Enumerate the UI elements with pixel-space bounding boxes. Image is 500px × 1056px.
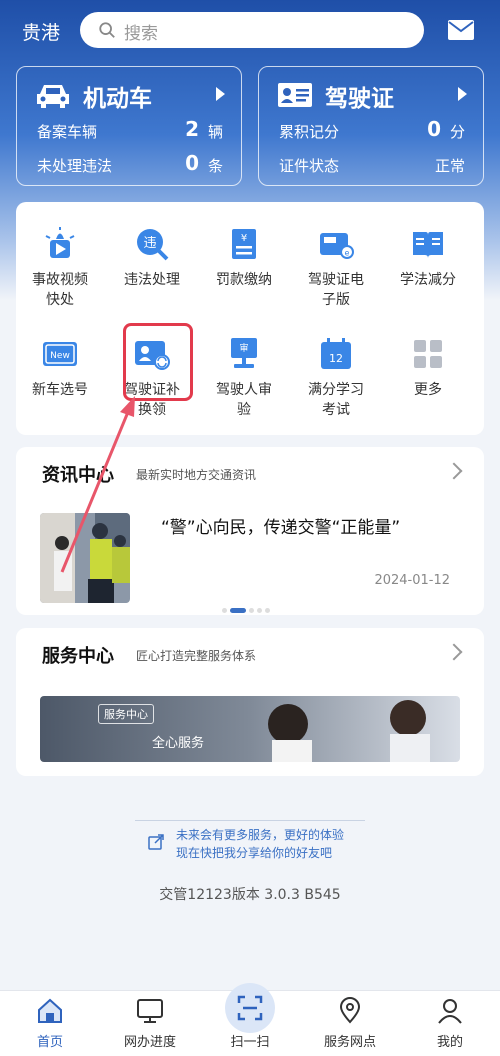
- service-label: 学法减分: [400, 272, 456, 288]
- nav-scan[interactable]: 扫一扫: [200, 983, 300, 1056]
- service-center-tag: 服务中心: [98, 704, 154, 724]
- svg-text:New: New: [50, 351, 70, 361]
- row-label: 证件状态: [279, 157, 340, 175]
- arrow-right-icon: [216, 87, 225, 101]
- service-label: 驾驶人审验: [216, 382, 272, 418]
- book-icon: [413, 232, 443, 258]
- chevron-right-icon[interactable]: [445, 643, 463, 661]
- share-text-line1: 未来会有更多服务，更好的体验: [176, 828, 345, 842]
- license-card[interactable]: 驾驶证 累积记分 0 分 证件状态 正常: [258, 66, 484, 186]
- service-center-panel: 服务中心 匠心打造完整服务体系 服务中心 全心服务: [16, 628, 484, 776]
- user-icon: [438, 999, 462, 1024]
- scan-icon: [237, 995, 263, 1021]
- services-grid: 事故视频 快处 违 违法处理 ¥ 罚款缴纳 e 驾驶证电 子版 学法减分 New…: [16, 202, 484, 435]
- svg-text:违: 违: [143, 236, 156, 251]
- carousel-indicator: [222, 598, 273, 617]
- e-license-icon: e: [320, 233, 354, 259]
- bottom-navigation: 首页 网办进度 扫一扫 服务网点 我的: [0, 983, 500, 1056]
- row-value: 0: [427, 117, 441, 141]
- nav-progress[interactable]: 网办进度: [100, 991, 200, 1056]
- svg-text:e: e: [345, 249, 350, 258]
- fine-payment-icon: ¥: [232, 229, 256, 259]
- row-label: 累积记分: [279, 123, 340, 141]
- news-thumbnail[interactable]: [40, 513, 130, 603]
- top-bar: 贵港 搜索: [0, 12, 500, 48]
- unhandled-violations-row: 未处理违法 0 条: [37, 151, 227, 177]
- nav-label: 服务网点: [323, 1035, 376, 1050]
- svg-text:12: 12: [329, 352, 343, 365]
- carousel-dot-active: [230, 608, 246, 613]
- svg-text:¥: ¥: [241, 233, 247, 244]
- city-selector[interactable]: 贵港: [22, 18, 60, 45]
- carousel-dot: [257, 608, 262, 613]
- vehicle-card-title: 机动车: [83, 86, 152, 112]
- news-center-title: 资讯中心: [42, 465, 114, 486]
- police-photo-image: [40, 513, 130, 603]
- service-center-slogan: 全心服务: [152, 736, 205, 751]
- mail-icon[interactable]: [447, 19, 475, 41]
- new-plate-icon: New: [43, 342, 77, 366]
- nav-label: 我的: [436, 1035, 463, 1050]
- news-headline[interactable]: “警”心向民，传递交警“正能量”: [161, 513, 400, 538]
- service-label: 违法处理: [124, 272, 180, 288]
- nav-label: 网办进度: [123, 1035, 176, 1050]
- video-camera-icon: [45, 227, 75, 258]
- nav-mine[interactable]: 我的: [400, 991, 500, 1056]
- carousel-dot: [249, 608, 254, 613]
- license-status-row: 证件状态 正常: [279, 153, 469, 177]
- carousel-dot: [222, 608, 227, 613]
- divider: [135, 820, 365, 821]
- service-center-title: 服务中心: [42, 646, 114, 667]
- car-icon: [37, 85, 69, 108]
- location-pin-icon: [339, 997, 361, 1024]
- search-placeholder: 搜索: [124, 24, 158, 44]
- row-unit: 条: [207, 157, 223, 175]
- search-icon: [99, 22, 115, 38]
- carousel-dot: [265, 608, 270, 613]
- app-version: 交管12123版本 3.0.3 B545: [159, 887, 341, 903]
- driver-review-icon: 审: [231, 338, 257, 368]
- share-icon: [148, 834, 164, 850]
- row-value: 0: [185, 151, 199, 175]
- row-label: 备案车辆: [37, 123, 98, 141]
- arrow-right-icon: [458, 87, 467, 101]
- license-status-value: 正常: [434, 157, 465, 175]
- nav-label: 扫一扫: [230, 1035, 270, 1050]
- svg-text:审: 审: [239, 342, 248, 354]
- highlight-box: [123, 323, 193, 401]
- id-card-icon: [278, 83, 312, 107]
- registered-vehicles-row: 备案车辆 2 辆: [37, 117, 227, 143]
- service-label: 满分学习 考试: [308, 382, 364, 418]
- row-unit: 辆: [207, 123, 223, 141]
- service-label: 事故视频 快处: [32, 272, 88, 308]
- more-grid-icon: [414, 340, 442, 368]
- service-label: 罚款缴纳: [216, 272, 272, 288]
- nav-home[interactable]: 首页: [0, 991, 100, 1056]
- news-center-panel: 资讯中心 最新实时地方交通资讯 “警”心向民，传递交警“正能量” 2024-01…: [16, 447, 484, 615]
- home-icon: [38, 998, 62, 1023]
- search-input[interactable]: 搜索: [80, 12, 424, 48]
- nav-service-points[interactable]: 服务网点: [300, 991, 400, 1056]
- violation-search-icon: 违: [137, 229, 169, 261]
- exam-calendar-icon: 12: [321, 338, 351, 369]
- nav-label: 首页: [36, 1035, 63, 1050]
- service-label: 新车选号: [32, 382, 88, 398]
- monitor-icon: [137, 999, 163, 1023]
- row-unit: 分: [449, 123, 465, 141]
- news-date: 2024-01-12: [374, 573, 450, 588]
- service-label: 更多: [414, 382, 442, 398]
- service-label: 驾驶证电 子版: [308, 272, 364, 308]
- chevron-right-icon[interactable]: [445, 462, 463, 480]
- license-card-title: 驾驶证: [325, 86, 394, 112]
- share-text-line2: 现在快把我分享给你的好友吧: [176, 846, 333, 860]
- row-value: 2: [185, 117, 199, 141]
- service-center-subtitle: 匠心打造完整服务体系: [136, 649, 257, 663]
- news-center-subtitle: 最新实时地方交通资讯: [136, 468, 257, 482]
- service-center-banner[interactable]: 服务中心 全心服务: [40, 696, 460, 762]
- row-label: 未处理违法: [37, 157, 113, 175]
- vehicle-card[interactable]: 机动车 备案车辆 2 辆 未处理违法 0 条: [16, 66, 242, 186]
- penalty-points-row: 累积记分 0 分: [279, 117, 469, 143]
